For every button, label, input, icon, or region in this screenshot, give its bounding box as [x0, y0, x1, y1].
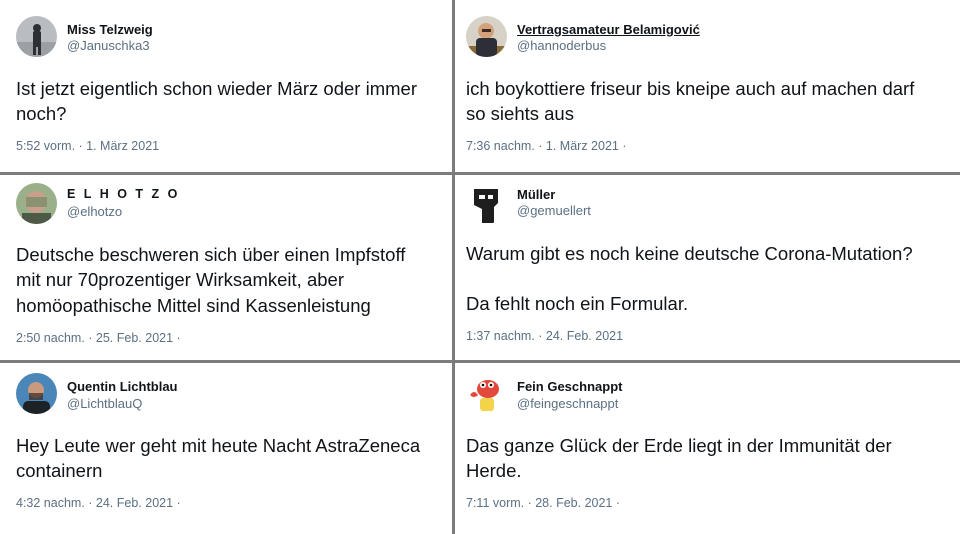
avatar-image	[16, 183, 57, 224]
avatar-image	[16, 373, 57, 414]
display-name[interactable]: Quentin Lichtblau	[67, 379, 178, 394]
tweet-timestamp[interactable]: 7:11 vorm. · 28. Feb. 2021 ·	[466, 496, 620, 510]
tweet-text-line: mit nur 70prozentiger Wirksamkeit, aber	[16, 269, 344, 290]
display-name[interactable]: Fein Geschnappt	[517, 379, 622, 394]
user-handle[interactable]: @gemuellert	[517, 203, 591, 218]
tweet-text-line: Ist jetzt eigentlich schon wieder März o…	[16, 78, 417, 99]
tweet-card-gemuellert[interactable]: Müller @gemuellert Warum gibt es noch ke…	[455, 175, 960, 360]
avatar-mueller[interactable]	[466, 183, 507, 224]
avatar-elhotzo[interactable]	[16, 183, 57, 224]
display-name[interactable]: Müller	[517, 187, 555, 202]
tweet-text-line: noch?	[16, 103, 67, 124]
avatar-fein-geschnappt[interactable]	[466, 373, 507, 414]
avatar-image	[16, 16, 57, 57]
tweet-card-lichtblauq[interactable]: Quentin Lichtblau @LichtblauQ Hey Leute …	[0, 363, 452, 534]
user-handle[interactable]: @hannoderbus	[517, 38, 606, 53]
avatar-vertragsamateur[interactable]	[466, 16, 507, 57]
tweet-timestamp[interactable]: 7:36 nachm. · 1. März 2021 ·	[466, 139, 627, 153]
tweet-text-line: Hey Leute wer geht mit heute Nacht Astra…	[16, 435, 421, 456]
avatar-image	[466, 183, 507, 224]
vertical-divider	[452, 0, 455, 534]
tweet-text-line: ich boykottiere friseur bis kneipe auch …	[466, 78, 915, 99]
tweet-text-line: Deutsche beschweren sich über einen Impf…	[16, 244, 406, 265]
tweet-card-elhotzo[interactable]: E L H O T Z O @elhotzo Deutsche beschwer…	[0, 175, 452, 360]
tweet-timestamp[interactable]: 2:50 nachm. · 25. Feb. 2021 ·	[16, 331, 181, 345]
tweet-timestamp[interactable]: 4:32 nachm. · 24. Feb. 2021 ·	[16, 496, 181, 510]
tweet-card-januschka3[interactable]: Miss Telzweig @Januschka3 Ist jetzt eige…	[0, 0, 452, 172]
avatar-miss-telzweig[interactable]	[16, 16, 57, 57]
user-handle[interactable]: @feingeschnappt	[517, 396, 618, 411]
tweet-text-line: Das ganze Glück der Erde liegt in der Im…	[466, 435, 892, 456]
avatar-image	[466, 16, 507, 57]
tweet-timestamp[interactable]: 1:37 nachm. · 24. Feb. 2021	[466, 329, 623, 343]
user-handle[interactable]: @LichtblauQ	[67, 396, 142, 411]
tweet-text-line: so siehts aus	[466, 103, 574, 124]
avatar-quentin-lichtblau[interactable]	[16, 373, 57, 414]
tweet-text-line: Warum gibt es noch keine deutsche Corona…	[466, 243, 913, 264]
user-handle[interactable]: @Januschka3	[67, 38, 150, 53]
tweet-card-feingeschnappt[interactable]: Fein Geschnappt @feingeschnappt Das ganz…	[455, 363, 960, 534]
tweet-text-line: Herde.	[466, 460, 522, 481]
tweet-text-line: homöopathische Mittel sind Kassenleistun…	[16, 295, 371, 316]
tweet-collage: Miss Telzweig @Januschka3 Ist jetzt eige…	[0, 0, 960, 534]
tweet-text-line: Da fehlt noch ein Formular.	[466, 293, 689, 314]
tweet-text-line: containern	[16, 460, 103, 481]
display-name[interactable]: Miss Telzweig	[67, 22, 153, 37]
horizontal-divider-top	[0, 172, 960, 175]
display-name[interactable]: Vertragsamateur Belamigović	[517, 22, 700, 37]
tweet-card-hannoderbus[interactable]: Vertragsamateur Belamigović @hannoderbus…	[455, 0, 960, 172]
avatar-image	[466, 373, 507, 414]
display-name[interactable]: E L H O T Z O	[67, 187, 180, 201]
tweet-timestamp[interactable]: 5:52 vorm. · 1. März 2021	[16, 139, 159, 153]
user-handle[interactable]: @elhotzo	[67, 204, 122, 219]
horizontal-divider-bottom	[0, 360, 960, 363]
